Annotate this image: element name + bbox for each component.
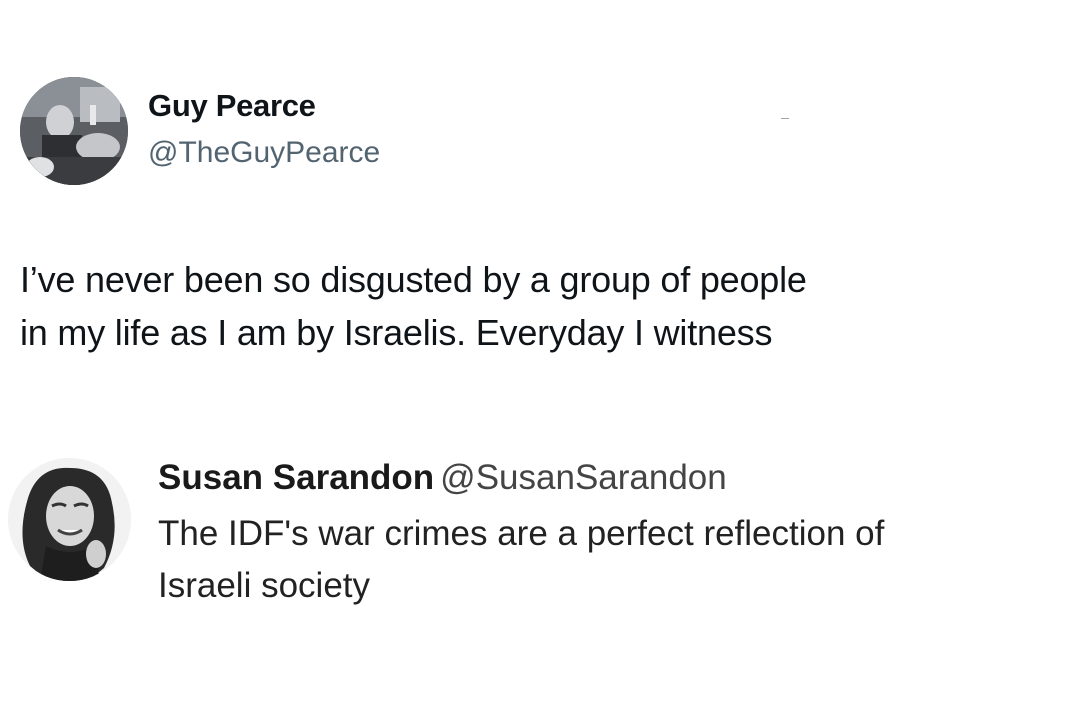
profile-photo-icon	[8, 458, 131, 581]
display-name[interactable]: Susan Sarandon	[158, 458, 434, 497]
avatar-susan-sarandon[interactable]	[8, 458, 131, 581]
user-handle[interactable]: @TheGuyPearce	[148, 136, 380, 170]
quoted-tweet-text: The IDF's war crimes are a perfect refle…	[158, 508, 1068, 612]
user-handle[interactable]: @SusanSarandon	[440, 458, 727, 497]
quoted-header: Susan Sarandon @SusanSarandon	[158, 458, 727, 498]
tweet-text-line: I’ve never been so disgusted by a group …	[20, 259, 807, 300]
display-name[interactable]: Guy Pearce	[148, 88, 316, 124]
tweet-text-line: The IDF's war crimes are a perfect refle…	[158, 514, 885, 553]
tweet-text-line: in my life as I am by Israelis. Everyday…	[20, 312, 773, 353]
avatar-guy-pearce[interactable]	[20, 77, 128, 185]
tweet-text: I’ve never been so disgusted by a group …	[20, 253, 1040, 359]
tweet-text-line: Israeli society	[158, 566, 371, 605]
profile-photo-icon	[20, 77, 128, 185]
image-artifact	[781, 118, 789, 119]
